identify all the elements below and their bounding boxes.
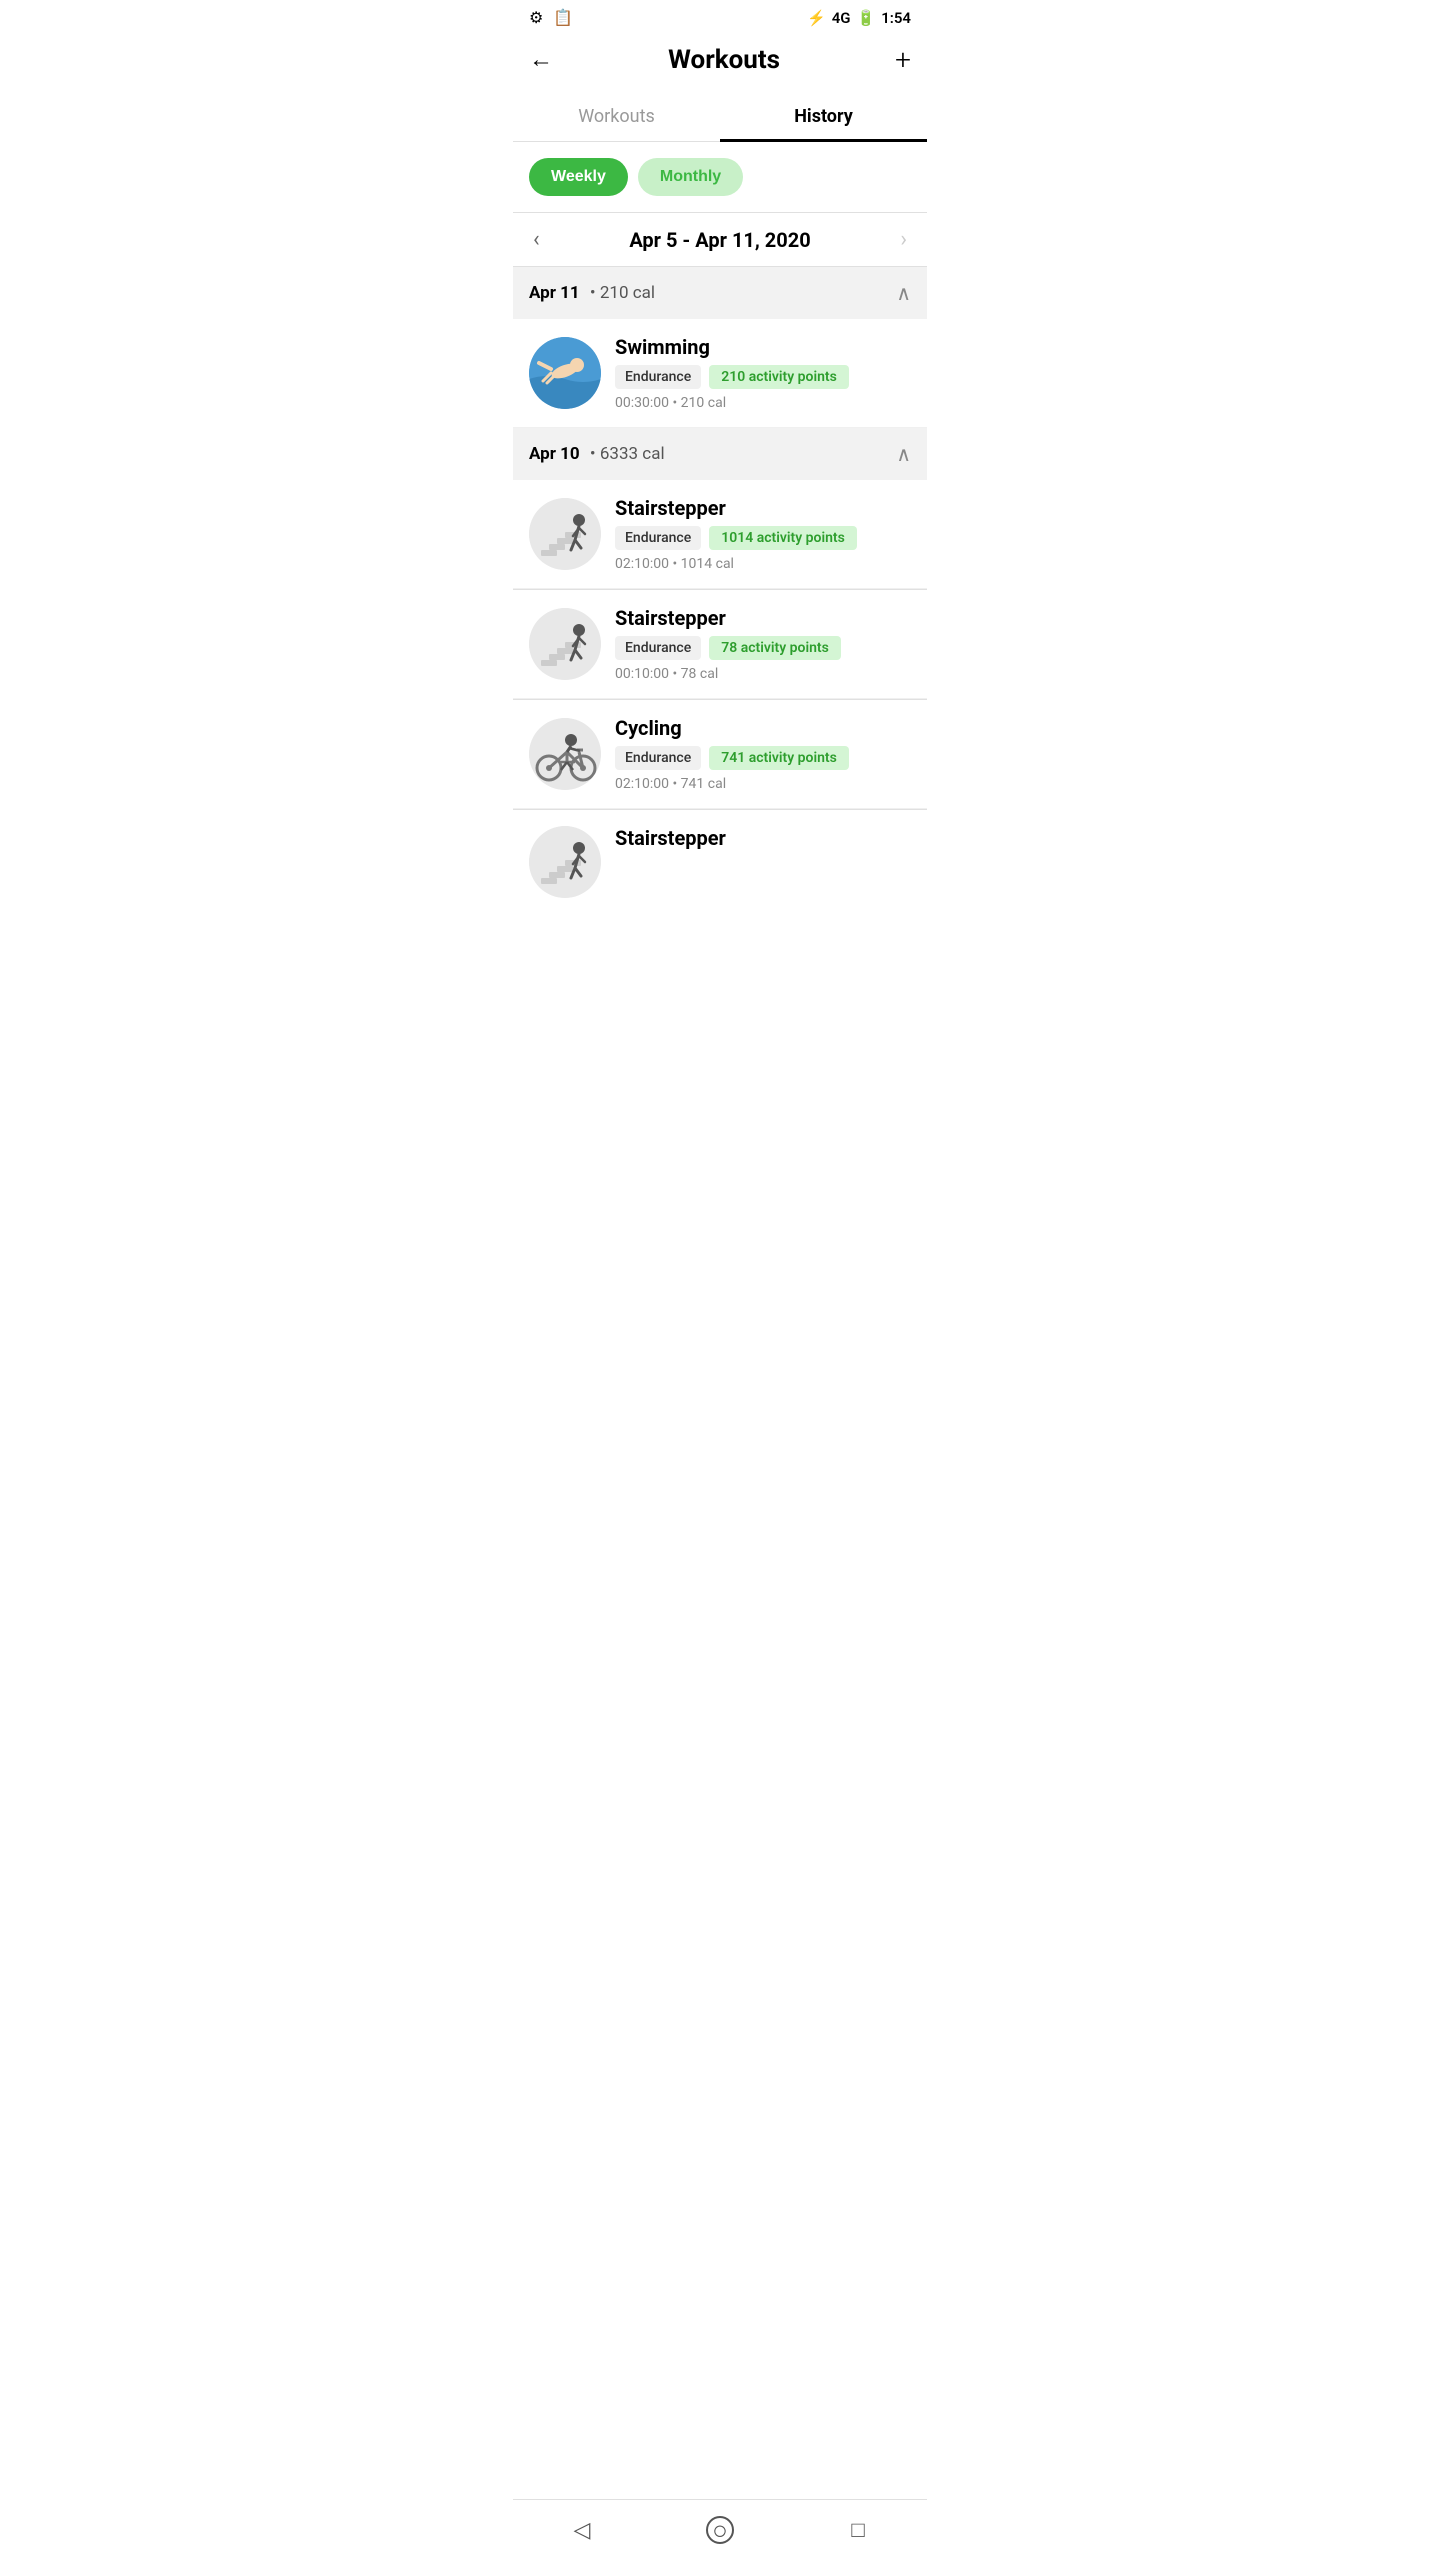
- recent-nav-icon: □: [851, 2517, 864, 2543]
- status-bar: ⚙ 📋 ⚡ 4G 🔋 1:54: [513, 0, 927, 35]
- workout-tags-swimming: Endurance 210 activity points: [615, 365, 911, 389]
- workout-meta-cycling: 02:10:00 • 741 cal: [615, 776, 911, 792]
- bluetooth-icon: ⚡: [807, 9, 826, 27]
- weekly-filter-button[interactable]: Weekly: [529, 158, 628, 196]
- home-nav-icon: ○: [706, 2516, 734, 2544]
- signal-icon: 4G: [832, 9, 851, 27]
- tag-endurance-stairstepper2: Endurance: [615, 636, 701, 660]
- workout-avatar-stairstepper3: [529, 826, 601, 898]
- workout-meta-swimming: 00:30:00 • 210 cal: [615, 395, 911, 411]
- tab-workouts[interactable]: Workouts: [513, 92, 720, 141]
- workout-item-stairstepper2[interactable]: Stairstepper Endurance 78 activity point…: [513, 590, 927, 699]
- workout-tags-cycling: Endurance 741 activity points: [615, 746, 911, 770]
- back-nav-icon: ◁: [574, 2518, 591, 2543]
- filter-row: Weekly Monthly: [513, 142, 927, 212]
- nav-back-button[interactable]: ◁: [566, 2514, 598, 2546]
- workout-name-stairstepper2: Stairstepper: [615, 606, 911, 630]
- workout-name-stairstepper3: Stairstepper: [615, 826, 911, 850]
- workout-name-cycling: Cycling: [615, 716, 911, 740]
- day-calories-apr11: • 210 cal: [590, 283, 655, 303]
- day-label-apr10: Apr 10: [529, 444, 580, 464]
- tag-points-stairstepper1: 1014 activity points: [709, 526, 857, 550]
- day-label-apr11: Apr 11: [529, 283, 580, 303]
- collapse-apr10-icon[interactable]: ∧: [896, 442, 911, 466]
- workout-tags-stairstepper2: Endurance 78 activity points: [615, 636, 911, 660]
- workout-tags-stairstepper1: Endurance 1014 activity points: [615, 526, 911, 550]
- battery-icon: 🔋: [857, 9, 876, 27]
- monthly-filter-button[interactable]: Monthly: [638, 158, 743, 196]
- workout-info-cycling: Cycling Endurance 741 activity points 02…: [615, 716, 911, 792]
- status-left-icons: ⚙ 📋: [529, 8, 573, 27]
- tag-points-swimming: 210 activity points: [709, 365, 849, 389]
- tag-endurance-swimming: Endurance: [615, 365, 701, 389]
- nav-recent-button[interactable]: □: [842, 2514, 874, 2546]
- workout-info-stairstepper1: Stairstepper Endurance 1014 activity poi…: [615, 496, 911, 572]
- workout-name-stairstepper1: Stairstepper: [615, 496, 911, 520]
- collapse-apr11-icon[interactable]: ∧: [896, 281, 911, 305]
- workout-meta-stairstepper1: 02:10:00 • 1014 cal: [615, 556, 911, 572]
- tab-bar: Workouts History: [513, 92, 927, 142]
- settings-icon: ⚙: [529, 8, 543, 27]
- nav-home-button[interactable]: ○: [704, 2514, 736, 2546]
- prev-date-button[interactable]: ‹: [533, 227, 540, 252]
- workout-info-swimming: Swimming Endurance 210 activity points 0…: [615, 335, 911, 411]
- workout-info-stairstepper3: Stairstepper: [615, 826, 911, 856]
- next-date-button[interactable]: ›: [900, 227, 907, 252]
- tag-points-stairstepper2: 78 activity points: [709, 636, 841, 660]
- time-display: 1:54: [881, 9, 911, 27]
- workout-name-swimming: Swimming: [615, 335, 911, 359]
- workout-meta-stairstepper2: 00:10:00 • 78 cal: [615, 666, 911, 682]
- add-button[interactable]: +: [895, 43, 911, 76]
- header: ← Workouts +: [513, 35, 927, 92]
- day-calories-apr10: • 6333 cal: [590, 444, 665, 464]
- workout-avatar-swimming: [529, 337, 601, 409]
- back-button[interactable]: ←: [529, 45, 553, 74]
- tag-points-cycling: 741 activity points: [709, 746, 849, 770]
- workout-item-stairstepper1[interactable]: Stairstepper Endurance 1014 activity poi…: [513, 480, 927, 589]
- date-navigator: ‹ Apr 5 - Apr 11, 2020 ›: [513, 213, 927, 267]
- tag-endurance-cycling: Endurance: [615, 746, 701, 770]
- tab-history[interactable]: History: [720, 92, 927, 141]
- workout-item-stairstepper3-partial[interactable]: Stairstepper: [513, 810, 927, 898]
- clipboard-icon: 📋: [553, 8, 573, 27]
- bottom-navigation: ◁ ○ □: [513, 2499, 927, 2560]
- workout-item-swimming[interactable]: Swimming Endurance 210 activity points 0…: [513, 319, 927, 428]
- status-right-info: ⚡ 4G 🔋 1:54: [807, 9, 911, 27]
- day-header-apr10[interactable]: Apr 10 • 6333 cal ∧: [513, 428, 927, 480]
- page-title: Workouts: [668, 45, 780, 75]
- workout-info-stairstepper2: Stairstepper Endurance 78 activity point…: [615, 606, 911, 682]
- workout-avatar-stairstepper2: [529, 608, 601, 680]
- day-header-apr11[interactable]: Apr 11 • 210 cal ∧: [513, 267, 927, 319]
- workout-avatar-stairstepper1: [529, 498, 601, 570]
- workout-avatar-cycling: [529, 718, 601, 790]
- date-range-label: Apr 5 - Apr 11, 2020: [629, 228, 810, 252]
- tag-endurance-stairstepper1: Endurance: [615, 526, 701, 550]
- workout-item-cycling[interactable]: Cycling Endurance 741 activity points 02…: [513, 700, 927, 809]
